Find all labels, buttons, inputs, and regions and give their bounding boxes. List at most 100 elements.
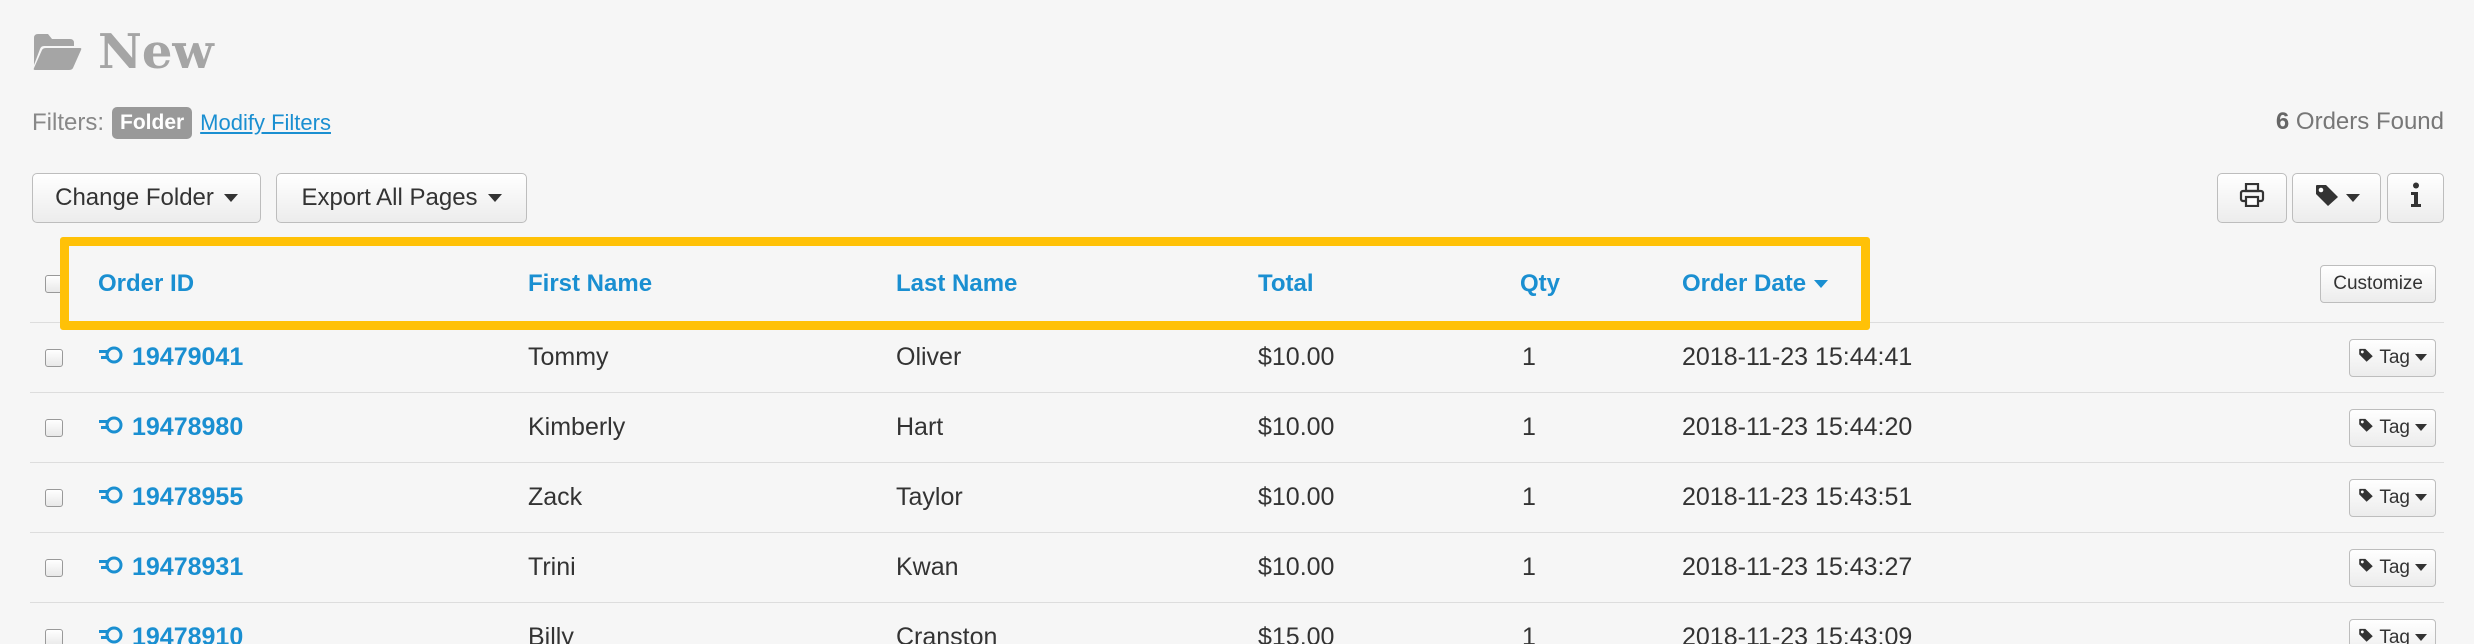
order-source-icon (98, 623, 124, 644)
order-id-link[interactable]: 19478910 (98, 603, 243, 644)
table-header-row: Order ID First Name Last Name Total Qty … (30, 245, 2444, 323)
tag-label: Tag (2379, 556, 2410, 578)
row-checkbox[interactable] (45, 488, 63, 507)
caret-down-icon (2415, 354, 2427, 361)
tag-icon (2358, 487, 2374, 509)
order-date-cell: 2018-11-23 15:44:20 (1682, 413, 1913, 441)
table-row: 19478931 Trini Kwan $10.00 1 2018-11-23 … (30, 533, 2444, 603)
column-header-total[interactable]: Total (1258, 245, 1314, 322)
change-folder-button[interactable]: Change Folder (32, 173, 261, 223)
row-checkbox[interactable] (45, 348, 63, 367)
column-header-order-date[interactable]: Order Date (1682, 245, 1829, 322)
export-all-pages-button[interactable]: Export All Pages (276, 173, 527, 223)
order-source-icon (98, 483, 124, 512)
results-count: 6 Orders Found (2276, 108, 2444, 136)
row-tag-button[interactable]: Tag (2349, 338, 2436, 377)
caret-down-icon (2415, 564, 2427, 571)
caret-down-icon (2415, 634, 2427, 641)
order-source-icon (98, 413, 124, 442)
tag-icon (2358, 417, 2374, 439)
modify-filters-link[interactable]: Modify Filters (200, 110, 331, 136)
order-date-cell: 2018-11-23 15:43:09 (1682, 623, 1913, 644)
select-all-checkbox[interactable] (45, 274, 63, 293)
row-tag-button[interactable]: Tag (2349, 478, 2436, 517)
change-folder-label: Change Folder (55, 184, 214, 211)
order-id-link[interactable]: 19478955 (98, 463, 243, 532)
column-header-last-name[interactable]: Last Name (896, 245, 1017, 322)
filters-bar: Filters: Folder Modify Filters (32, 107, 331, 139)
tag-icon (2358, 557, 2374, 579)
qty-cell: 1 (1522, 413, 1536, 441)
row-tag-button[interactable]: Tag (2349, 548, 2436, 587)
row-checkbox[interactable] (45, 418, 63, 437)
customize-button[interactable]: Customize (2320, 264, 2436, 303)
first-name-cell: Billy (528, 623, 574, 644)
table-row: 19478980 Kimberly Hart $10.00 1 2018-11-… (30, 393, 2444, 463)
row-checkbox[interactable] (45, 628, 63, 644)
row-tag-button[interactable]: Tag (2349, 408, 2436, 447)
table-row: 19478955 Zack Taylor $10.00 1 2018-11-23… (30, 463, 2444, 533)
printer-icon (2239, 182, 2265, 214)
total-cell: $10.00 (1258, 483, 1335, 511)
tag-icon (2314, 183, 2340, 214)
order-id-value: 19478931 (132, 553, 244, 581)
order-id-link[interactable]: 19478980 (98, 393, 243, 462)
last-name-cell: Hart (896, 413, 944, 441)
total-cell: $10.00 (1258, 413, 1335, 441)
caret-down-icon (2345, 194, 2360, 202)
sort-caret-down-icon (1814, 279, 1829, 288)
tag-icon (2358, 627, 2374, 644)
caret-down-icon (223, 194, 238, 202)
order-id-link[interactable]: 19478931 (98, 533, 243, 602)
last-name-cell: Cranston (896, 623, 998, 644)
page-title: New (98, 24, 214, 80)
order-date-cell: 2018-11-23 15:44:41 (1682, 343, 1913, 371)
order-source-icon (98, 553, 124, 582)
last-name-cell: Kwan (896, 553, 959, 581)
export-all-pages-label: Export All Pages (301, 184, 478, 211)
folder-open-icon (32, 32, 82, 72)
caret-down-icon (2415, 424, 2427, 431)
print-button[interactable] (2217, 173, 2287, 223)
table-row: 19478910 Billy Cranston $15.00 1 2018-11… (30, 603, 2444, 644)
first-name-cell: Tommy (528, 343, 609, 371)
total-cell: $10.00 (1258, 343, 1335, 371)
caret-down-icon (487, 194, 502, 202)
caret-down-icon (2415, 494, 2427, 501)
order-date-cell: 2018-11-23 15:43:27 (1682, 553, 1913, 581)
filters-label: Filters: (32, 109, 104, 136)
first-name-cell: Kimberly (528, 413, 626, 441)
tag-label: Tag (2379, 416, 2410, 438)
qty-cell: 1 (1522, 553, 1536, 581)
results-count-number: 6 (2275, 108, 2290, 135)
column-header-first-name[interactable]: First Name (528, 245, 652, 322)
total-cell: $10.00 (1258, 553, 1335, 581)
order-id-value: 19478980 (132, 413, 244, 441)
column-header-order-date-label: Order Date (1682, 269, 1807, 297)
tag-label: Tag (2379, 626, 2410, 644)
column-header-order-id[interactable]: Order ID (98, 245, 194, 322)
filter-badge-folder: Folder (112, 107, 193, 139)
table-row: 19479041 Tommy Oliver $10.00 1 2018-11-2… (30, 323, 2444, 393)
row-checkbox[interactable] (45, 558, 63, 577)
first-name-cell: Zack (528, 483, 583, 511)
order-id-link[interactable]: 19479041 (98, 323, 243, 392)
row-tag-button[interactable]: Tag (2349, 618, 2436, 644)
info-icon (2410, 182, 2422, 215)
orders-table: Order ID First Name Last Name Total Qty … (30, 245, 2444, 644)
order-source-icon (98, 343, 124, 372)
first-name-cell: Trini (528, 553, 576, 581)
tag-dropdown-button[interactable] (2292, 173, 2381, 223)
column-header-qty[interactable]: Qty (1520, 245, 1560, 322)
qty-cell: 1 (1522, 343, 1536, 371)
order-id-value: 19478955 (132, 483, 244, 511)
tag-icon (2358, 347, 2374, 369)
tag-label: Tag (2379, 346, 2410, 368)
page-header: New (32, 24, 214, 80)
total-cell: $15.00 (1258, 623, 1335, 644)
order-id-value: 19479041 (132, 343, 244, 371)
qty-cell: 1 (1522, 623, 1536, 644)
info-button[interactable] (2387, 173, 2444, 223)
last-name-cell: Taylor (896, 483, 963, 511)
qty-cell: 1 (1522, 483, 1536, 511)
